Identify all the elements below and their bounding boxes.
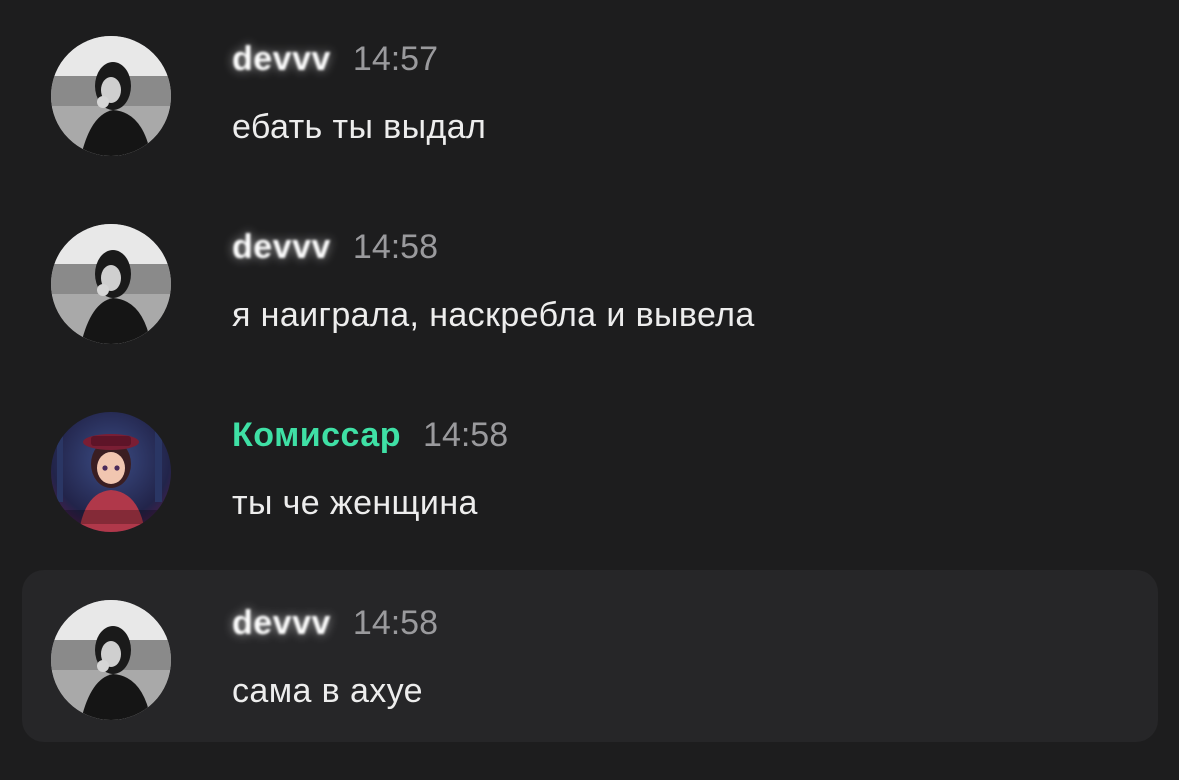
author-name[interactable]: devvv bbox=[232, 228, 331, 267]
author-name[interactable]: devvv bbox=[232, 40, 331, 79]
chat-message[interactable]: Комиссар 14:58 ты че женщина bbox=[0, 376, 1179, 536]
message-timestamp: 14:58 bbox=[423, 416, 509, 454]
chat-message-list: devvv 14:57 ебать ты выдал devvv 14:58 я… bbox=[0, 0, 1179, 780]
author-name[interactable]: Комиссар bbox=[232, 416, 401, 455]
message-text: ты че женщина bbox=[232, 484, 478, 522]
message-text: я наиграла, наскребла и вывела bbox=[232, 296, 755, 334]
user-avatar-image[interactable] bbox=[51, 224, 171, 344]
komissar-avatar-image[interactable] bbox=[51, 412, 171, 532]
message-timestamp: 14:58 bbox=[352, 604, 438, 642]
message-timestamp: 14:57 bbox=[352, 40, 438, 78]
chat-message-highlighted[interactable]: devvv 14:58 сама в ахуе bbox=[0, 564, 1179, 742]
chat-message[interactable]: devvv 14:58 я наиграла, наскребла и выве… bbox=[0, 188, 1179, 348]
user-avatar-image[interactable] bbox=[51, 36, 171, 156]
author-name[interactable]: devvv bbox=[232, 604, 331, 643]
message-text: ебать ты выдал bbox=[232, 108, 487, 146]
message-timestamp: 14:58 bbox=[352, 228, 438, 266]
chat-message[interactable]: devvv 14:57 ебать ты выдал bbox=[0, 0, 1179, 160]
message-text: сама в ахуе bbox=[232, 672, 423, 710]
user-avatar-image[interactable] bbox=[51, 600, 171, 720]
